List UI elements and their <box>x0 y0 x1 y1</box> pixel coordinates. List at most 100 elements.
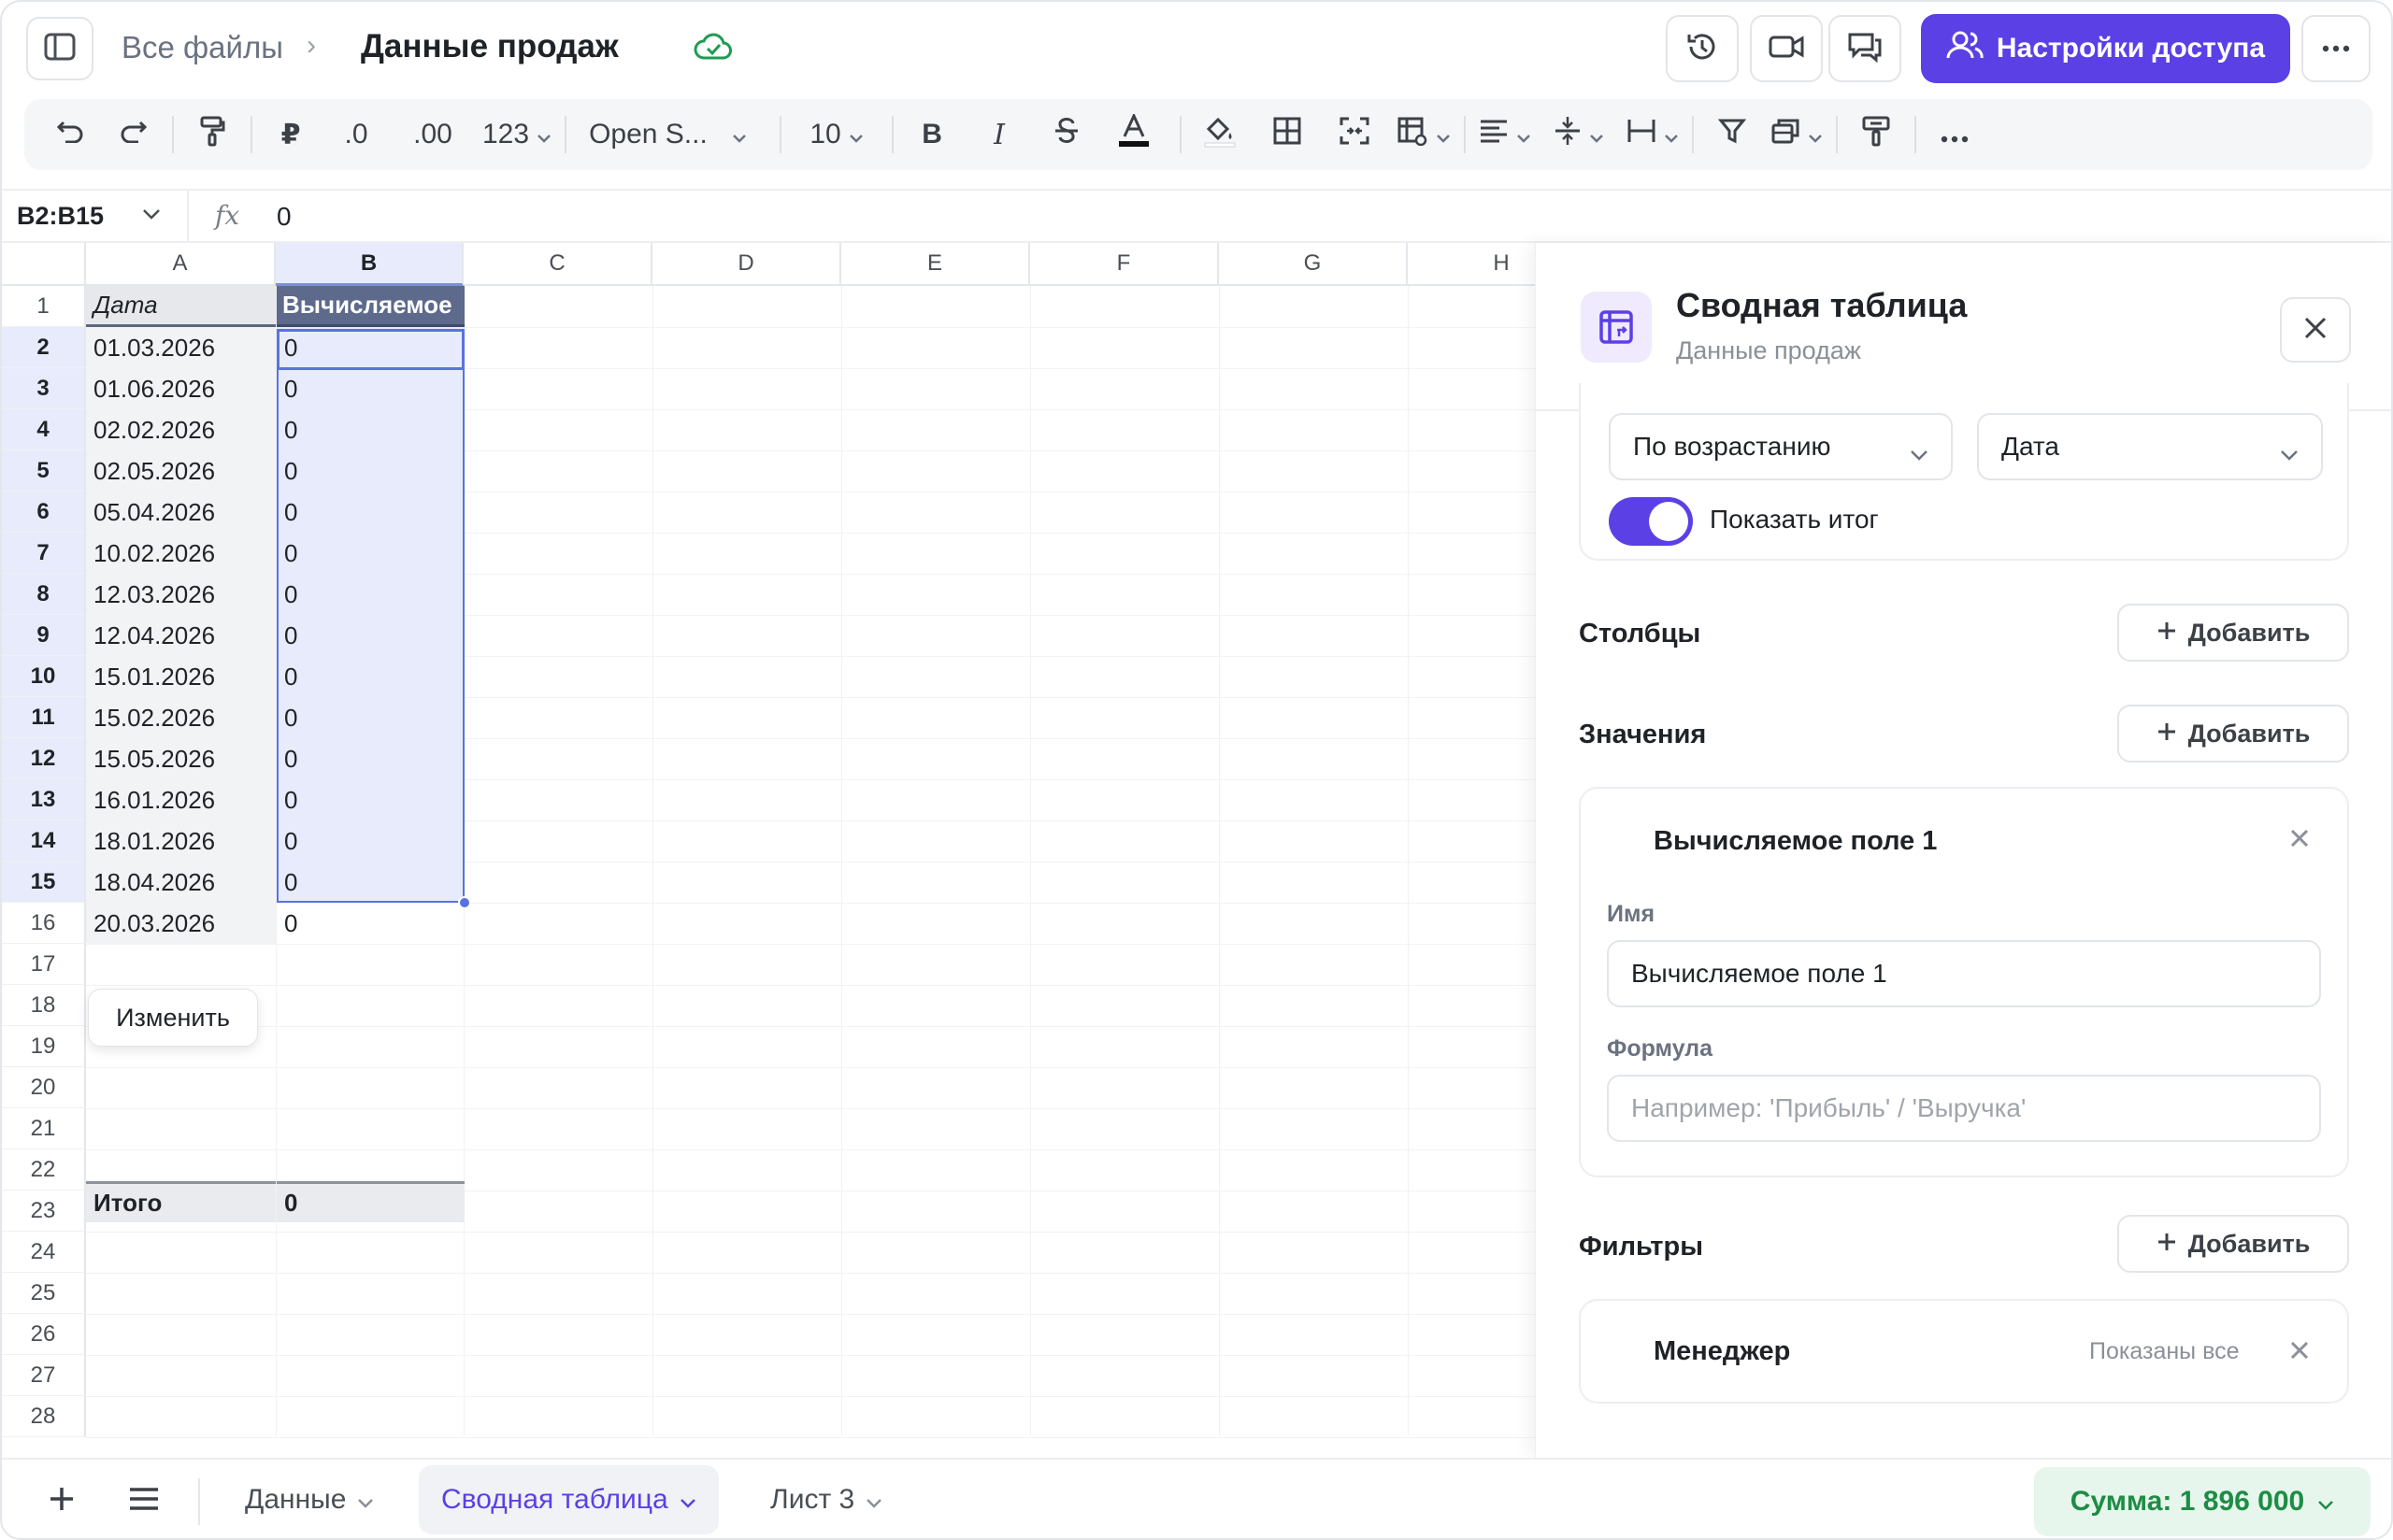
cell-A17[interactable]: Итого <box>86 1181 276 1222</box>
row-header-9[interactable]: 9 <box>2 615 86 656</box>
video-call-button[interactable] <box>1750 15 1823 82</box>
italic-button[interactable]: I <box>974 107 1025 162</box>
row-header-8[interactable]: 8 <box>2 574 86 615</box>
cell-B11[interactable]: 0 <box>277 697 465 738</box>
row-header-21[interactable]: 21 <box>2 1108 86 1149</box>
row-header-1[interactable]: 1 <box>2 286 86 327</box>
sidebar-toggle-button[interactable] <box>26 17 93 80</box>
borders-button[interactable] <box>1262 107 1312 162</box>
cell-B13[interactable]: 0 <box>277 779 465 820</box>
fill-handle[interactable] <box>458 896 471 909</box>
row-header-15[interactable]: 15 <box>2 862 86 903</box>
bold-button[interactable]: B <box>907 107 957 162</box>
row-header-11[interactable]: 11 <box>2 697 86 738</box>
name-input[interactable]: Вычисляемое поле 1 <box>1607 940 2321 1007</box>
paint-format-button[interactable] <box>187 107 237 162</box>
row-header-6[interactable]: 6 <box>2 492 86 533</box>
add-column-button[interactable]: Добавить <box>2117 604 2349 662</box>
all-sheets-button[interactable] <box>122 1478 166 1523</box>
undo-button[interactable] <box>45 107 95 162</box>
cell-B6[interactable]: 0 <box>277 492 465 533</box>
row-header-19[interactable]: 19 <box>2 1026 86 1067</box>
column-header-D[interactable]: D <box>652 243 841 286</box>
row-header-7[interactable]: 7 <box>2 533 86 574</box>
increase-decimals-button[interactable]: .00 <box>400 107 466 162</box>
cell-B4[interactable]: 0 <box>277 409 465 450</box>
conditional-format-button[interactable] <box>1851 107 1901 162</box>
cell-B12[interactable]: 0 <box>277 738 465 779</box>
currency-format-button[interactable]: ₽ <box>265 107 316 162</box>
cell-B7[interactable]: 0 <box>277 533 465 574</box>
row-header-16[interactable]: 16 <box>2 903 86 944</box>
column-header-F[interactable]: F <box>1030 243 1219 286</box>
column-header-A[interactable]: A <box>86 243 276 286</box>
row-header-3[interactable]: 3 <box>2 368 86 409</box>
column-header-C[interactable]: C <box>464 243 652 286</box>
row-header-18[interactable]: 18 <box>2 985 86 1026</box>
cell-B3[interactable]: 0 <box>277 368 465 409</box>
sheet-tab-pivot[interactable]: Сводная таблица <box>419 1465 719 1534</box>
row-header-28[interactable]: 28 <box>2 1396 86 1437</box>
toolbar-more-button[interactable] <box>1929 107 1980 162</box>
history-button[interactable] <box>1666 15 1739 82</box>
column-header-E[interactable]: E <box>841 243 1030 286</box>
sheet-tab-data[interactable]: Данные <box>222 1465 396 1534</box>
font-size-dropdown[interactable]: 10 <box>795 107 879 162</box>
remove-value-field-button[interactable] <box>2289 828 2310 853</box>
number-format-dropdown[interactable]: 123 <box>482 107 552 162</box>
spreadsheet-grid[interactable]: ABCDEFGH 1 2 3 4 5 6 7 8 9 10 11 12 13 14 15 16 17 18 19 20… <box>2 243 1535 1439</box>
cell-reference-box[interactable]: B2:B15 <box>17 202 104 231</box>
sort-order-select[interactable]: По возрастанию <box>1609 413 1953 480</box>
cell-B1[interactable]: Вычисляемое <box>277 286 465 327</box>
row-header-13[interactable]: 13 <box>2 779 86 820</box>
column-header-B[interactable]: B <box>276 243 464 286</box>
text-color-button[interactable] <box>1109 107 1159 162</box>
column-width-dropdown[interactable] <box>1626 107 1679 162</box>
more-menu-button[interactable] <box>2301 15 2371 82</box>
fill-color-button[interactable] <box>1195 107 1245 162</box>
row-header-2[interactable]: 2 <box>2 327 86 368</box>
cell-B16[interactable]: 0 <box>277 903 465 944</box>
cell-A6[interactable]: 05.04.2026 <box>86 492 276 533</box>
filter-status[interactable]: Показаны все <box>2089 1338 2239 1365</box>
row-header-27[interactable]: 27 <box>2 1355 86 1396</box>
edit-pivot-button[interactable]: Изменить <box>88 989 258 1047</box>
access-settings-button[interactable]: Настройки доступа <box>1921 14 2290 83</box>
cell-B5[interactable]: 0 <box>277 450 465 492</box>
add-value-button[interactable]: Добавить <box>2117 705 2349 763</box>
sheet-tab-sheet3[interactable]: Лист 3 <box>748 1465 905 1534</box>
cell-A1[interactable]: Дата <box>86 286 276 327</box>
redo-button[interactable] <box>108 107 159 162</box>
filter-button[interactable] <box>1707 107 1757 162</box>
cell-B9[interactable]: 0 <box>277 615 465 656</box>
row-header-4[interactable]: 4 <box>2 409 86 450</box>
cell-A14[interactable]: 18.01.2026 <box>86 820 276 862</box>
row-header-22[interactable]: 22 <box>2 1149 86 1191</box>
comments-button[interactable] <box>1828 15 1901 82</box>
cell-A8[interactable]: 12.03.2026 <box>86 574 276 615</box>
document-title[interactable]: Данные продаж <box>361 28 619 65</box>
cell-B14[interactable]: 0 <box>277 820 465 862</box>
table-format-dropdown[interactable] <box>1397 107 1451 162</box>
cell-B15[interactable]: 0 <box>277 862 465 903</box>
cell-B8[interactable]: 0 <box>277 574 465 615</box>
add-filter-button[interactable]: Добавить <box>2117 1215 2349 1273</box>
decrease-decimals-button[interactable]: .0 <box>329 107 383 162</box>
vertical-align-dropdown[interactable] <box>1554 107 1604 162</box>
add-sheet-button[interactable] <box>39 1478 84 1523</box>
row-header-26[interactable]: 26 <box>2 1314 86 1355</box>
horizontal-align-dropdown[interactable] <box>1479 107 1531 162</box>
row-header-5[interactable]: 5 <box>2 450 86 492</box>
row-header-24[interactable]: 24 <box>2 1232 86 1273</box>
row-header-25[interactable]: 25 <box>2 1273 86 1314</box>
cell-A9[interactable]: 12.04.2026 <box>86 615 276 656</box>
row-header-10[interactable]: 10 <box>2 656 86 697</box>
row-header-20[interactable]: 20 <box>2 1067 86 1108</box>
cell-A4[interactable]: 02.02.2026 <box>86 409 276 450</box>
show-total-toggle[interactable] <box>1609 497 1693 546</box>
cell-A3[interactable]: 01.06.2026 <box>86 368 276 409</box>
merge-cells-button[interactable] <box>1329 107 1380 162</box>
cell-A12[interactable]: 15.05.2026 <box>86 738 276 779</box>
cell-B10[interactable]: 0 <box>277 656 465 697</box>
cell-A13[interactable]: 16.01.2026 <box>86 779 276 820</box>
